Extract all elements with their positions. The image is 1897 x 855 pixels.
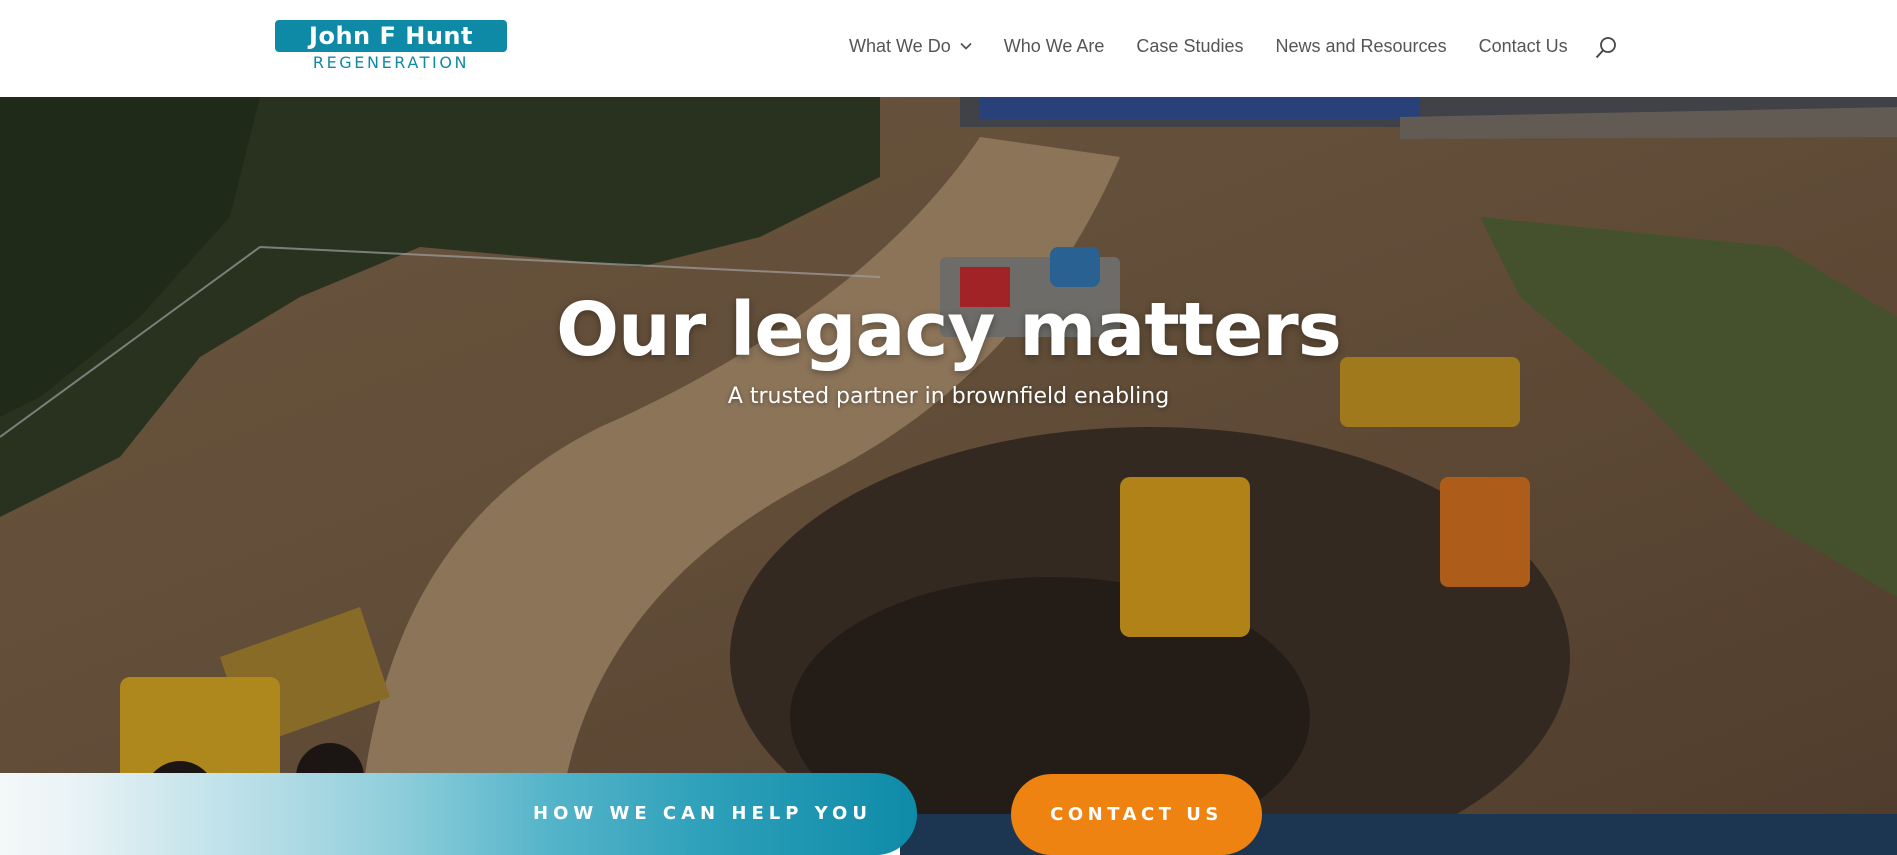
nav-item-label: Contact Us xyxy=(1478,35,1568,56)
contact-us-label: CONTACT US xyxy=(1050,804,1223,825)
logo-tagline: REGENERATION xyxy=(312,53,470,72)
company-logo[interactable]: John F Hunt REGENERATION xyxy=(275,20,507,72)
hero-subtitle: A trusted partner in brownfield enabling xyxy=(727,384,1170,409)
hero-overlay xyxy=(0,97,1897,814)
nav-item-news-and-resources[interactable]: News and Resources xyxy=(1275,36,1446,57)
search-icon[interactable] xyxy=(1594,36,1618,60)
site-header: John F Hunt REGENERATION What We Do Who … xyxy=(0,0,1897,97)
how-we-can-help-button[interactable]: HOW WE CAN HELP YOU xyxy=(0,773,917,855)
nav-item-who-we-are[interactable]: Who We Are xyxy=(1004,36,1105,57)
contact-us-button[interactable]: CONTACT US xyxy=(1011,774,1262,855)
chevron-down-icon xyxy=(960,42,972,50)
how-we-can-help-label: HOW WE CAN HELP YOU xyxy=(533,803,872,824)
nav-item-label: News and Resources xyxy=(1275,35,1447,56)
nav-item-what-we-do[interactable]: What We Do xyxy=(849,36,972,57)
nav-item-label: Case Studies xyxy=(1136,35,1244,56)
logo-wordmark: John F Hunt xyxy=(275,20,507,52)
hero-title: Our legacy matters xyxy=(556,287,1342,373)
hero-section: Our legacy matters A trusted partner in … xyxy=(0,97,1897,814)
main-navigation: What We Do Who We Are Case Studies News … xyxy=(849,34,1618,60)
nav-item-label: What We Do xyxy=(849,35,951,56)
nav-item-contact-us[interactable]: Contact Us xyxy=(1479,36,1568,57)
nav-item-label: Who We Are xyxy=(1003,35,1105,56)
nav-item-case-studies[interactable]: Case Studies xyxy=(1136,36,1243,57)
